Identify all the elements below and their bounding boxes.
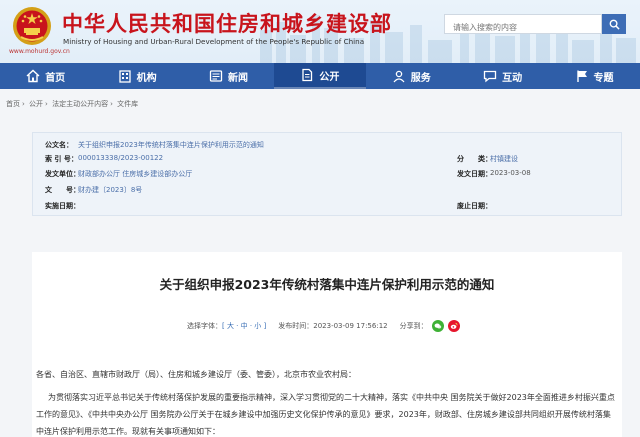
font-size-selector[interactable]: [ 大 · 中 · 小 ] — [222, 321, 266, 331]
nav-label: 专题 — [593, 72, 614, 84]
flag-icon — [576, 70, 587, 82]
info-category-value: 村镇建设 — [490, 155, 518, 163]
nav-label: 新闻 — [227, 72, 248, 84]
info-index-row: 索 引 号： 000013338/2023-00122 — [45, 154, 163, 164]
breadcrumb-separator: › — [110, 100, 113, 108]
breadcrumb-home[interactable]: 首页 — [6, 100, 20, 108]
nav-item-service[interactable]: 服务 — [366, 63, 457, 89]
nav-item-public[interactable]: 公开 — [274, 63, 366, 89]
info-label: 实施日期： — [45, 202, 80, 210]
weibo-share-icon[interactable] — [447, 320, 460, 332]
nav-item-home[interactable]: 首页 — [0, 63, 91, 89]
info-issuer-value: 财政部办公厅 住房城乡建设部办公厅 — [78, 170, 193, 178]
news-icon — [209, 70, 223, 82]
building-icon — [118, 70, 131, 83]
breadcrumb-library[interactable]: 文件库 — [117, 100, 138, 108]
document-icon — [302, 68, 313, 82]
info-index-value: 000013338/2023-00122 — [78, 154, 164, 162]
site-url: www.mohurd.gov.cn — [9, 48, 70, 55]
nav-label: 机构 — [136, 72, 157, 84]
font-size-label: 选择字体： — [187, 322, 222, 330]
nav-item-interaction[interactable]: 互动 — [457, 63, 548, 89]
nav-label: 服务 — [410, 72, 431, 84]
info-date-row: 发文日期： 2023-03-08 — [457, 169, 531, 179]
article-body: 关于组织申报2023年传统村落集中连片保护利用示范的通知 选择字体： [ 大 ·… — [32, 252, 622, 437]
info-issuer-row: 发文单位： 财政部办公厅 住房城乡建设部办公厅 — [45, 169, 192, 179]
nav-label: 互动 — [502, 72, 523, 84]
info-label: 废止日期： — [457, 202, 492, 210]
site-subtitle: Ministry of Housing and Urban-Rural Deve… — [63, 37, 365, 46]
chat-icon — [483, 70, 497, 83]
nav-label: 公开 — [319, 71, 340, 83]
breadcrumb-separator: › — [45, 100, 48, 108]
search-button[interactable] — [602, 14, 626, 34]
info-repeal-row: 废止日期： — [457, 201, 492, 211]
info-docno-value: 财办建〔2023〕8号 — [78, 186, 143, 194]
info-title-value: 关于组织申报2023年传统村落集中连片保护利用示范的通知 — [78, 141, 264, 149]
info-label: 发文单位： — [45, 170, 80, 178]
info-label: 索 引 号： — [45, 155, 78, 163]
search-input[interactable] — [445, 18, 601, 37]
share-label: 分享到： — [399, 322, 428, 330]
publish-time-label: 发布时间： — [278, 322, 314, 330]
info-label: 分 类： — [457, 155, 492, 163]
nav-item-news[interactable]: 新闻 — [183, 63, 274, 89]
info-impl-row: 实施日期： — [45, 201, 80, 211]
document-info-box: 公文名： 关于组织申报2023年传统村落集中连片保护利用示范的通知 索 引 号：… — [32, 132, 622, 216]
home-icon — [26, 69, 40, 83]
info-title-row: 公文名： 关于组织申报2023年传统村落集中连片保护利用示范的通知 — [45, 140, 264, 150]
info-date-value: 2023-03-08 — [490, 169, 531, 177]
info-label: 文 号： — [45, 186, 80, 194]
nav-label: 首页 — [45, 72, 66, 84]
article-meta: 选择字体： [ 大 · 中 · 小 ] 发布时间： 2023-03-09 17:… — [187, 320, 460, 332]
article-paragraph: 为贯彻落实习近平总书记关于传统村落保护发展的重要指示精神，深入学习贯彻党的二十大… — [36, 393, 615, 436]
search-field[interactable] — [444, 14, 602, 37]
breadcrumb: 首页 › 公开 › 法定主动公开内容 › 文件库 — [6, 99, 140, 109]
search-icon — [609, 19, 620, 30]
info-category-row: 分 类： 村镇建设 — [457, 154, 518, 164]
wechat-share-icon[interactable] — [431, 320, 444, 332]
service-icon — [393, 70, 405, 83]
info-label: 发文日期： — [457, 170, 492, 178]
site-header: www.mohurd.gov.cn 中华人民共和国住房和城乡建设部 Minist… — [0, 0, 640, 63]
info-docno-row: 文 号： 财办建〔2023〕8号 — [45, 185, 142, 195]
publish-time: 2023-03-09 17:56:12 — [313, 322, 388, 330]
national-emblem-icon[interactable] — [12, 6, 52, 46]
main-nav: 首页 机构 新闻 公开 服务 互动 专题 — [0, 63, 640, 89]
breadcrumb-public[interactable]: 公开 — [29, 100, 43, 108]
article-salutation: 各省、自治区、直辖市财政厅（局）、住房和城乡建设厅（委、管委），北京市农业农村局… — [36, 370, 356, 379]
nav-item-organization[interactable]: 机构 — [91, 63, 182, 89]
breadcrumb-statutory[interactable]: 法定主动公开内容 — [52, 100, 108, 108]
article-title: 关于组织申报2023年传统村落集中连片保护利用示范的通知 — [159, 277, 495, 292]
nav-item-topics[interactable]: 专题 — [548, 63, 639, 89]
info-label: 公文名： — [45, 141, 73, 149]
site-title[interactable]: 中华人民共和国住房和城乡建设部 — [62, 8, 392, 38]
breadcrumb-separator: › — [22, 100, 25, 108]
